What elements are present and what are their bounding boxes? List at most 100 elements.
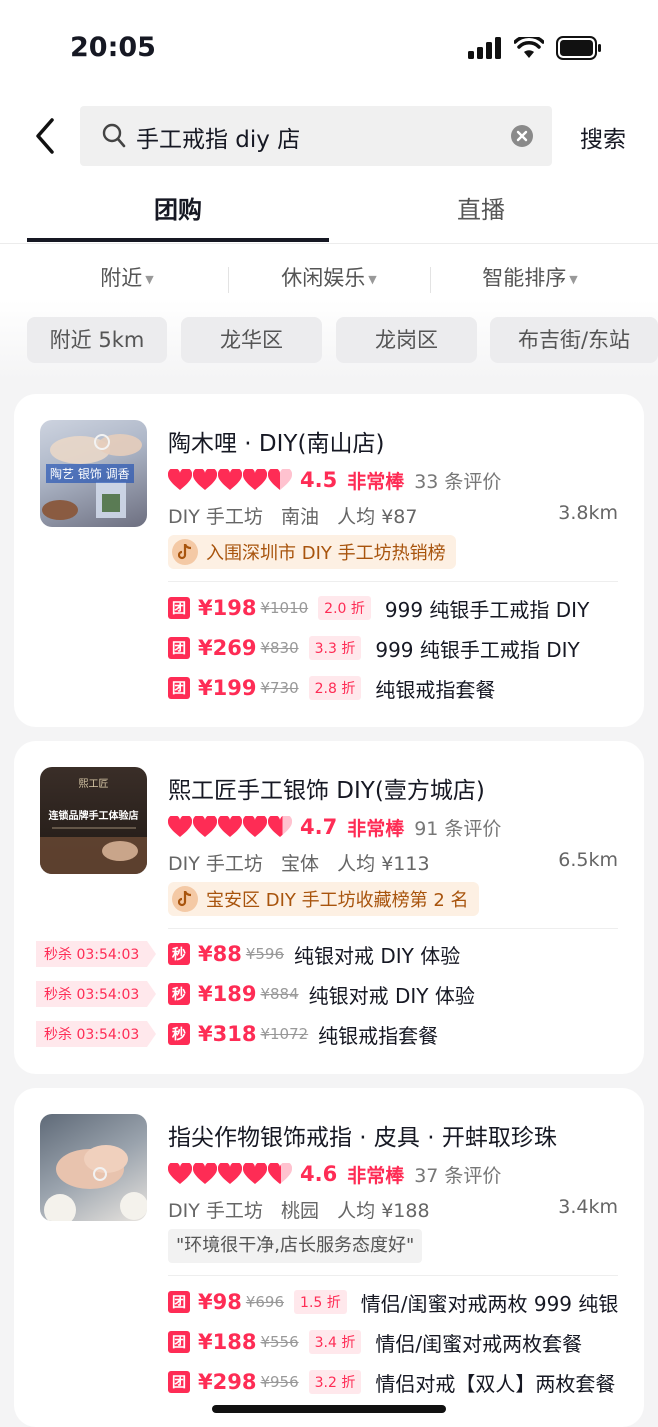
caret-down-icon: ▼: [569, 272, 578, 286]
deal-price: ¥199: [198, 676, 257, 700]
tag-arrow: [147, 941, 157, 967]
shop-name[interactable]: 陶木哩 · DIY(南山店): [168, 424, 384, 458]
shop-photo: [44, 1145, 147, 1221]
shop-card[interactable]: 熙工匠 连锁品牌手工体验店 熙工匠手工银饰 DIY(壹方城店) 4.7 非常棒 …: [14, 741, 644, 1074]
deal-discount: 2.8 折: [308, 676, 362, 700]
shop-thumbnail: [40, 1114, 147, 1221]
shop-meta: DIY 手工坊 南油 人均 ¥87 3.8km: [168, 502, 618, 529]
shop-thumbnail: 熙工匠 连锁品牌手工体验店: [40, 767, 147, 874]
rating-score: 4.5: [300, 468, 338, 492]
back-icon[interactable]: [30, 116, 62, 156]
heart-icon: [243, 816, 267, 837]
deal-item[interactable]: 团 ¥98 ¥696 1.5 折 情侣/闺蜜对戒两枚 999 纯银: [168, 1287, 618, 1317]
signal-icon: [468, 37, 501, 59]
ranking-badge[interactable]: 入围深圳市 DIY 手工坊热销榜: [168, 535, 456, 569]
deal-title: 情侣/闺蜜对戒两枚套餐: [375, 1331, 583, 1356]
caret-down-icon: ▼: [368, 272, 377, 286]
rating-row: 4.7 非常棒 91 条评价: [168, 813, 501, 841]
deal-original-price: ¥696: [245, 1293, 285, 1311]
shop-photo: [40, 827, 147, 874]
deal-item[interactable]: 秒 ¥189 ¥884 纯银对戒 DIY 体验: [168, 979, 475, 1009]
deal-item[interactable]: 秒 ¥318 ¥1072 纯银戒指套餐: [168, 1019, 438, 1049]
deal-item[interactable]: 团 ¥269 ¥830 3.3 折 999 纯银手工戒指 DIY: [168, 633, 580, 663]
search-input[interactable]: 手工戒指 diy 店: [80, 106, 552, 166]
heart-icon: [218, 469, 242, 490]
group-buy-icon: 团: [168, 597, 190, 619]
chip-buji[interactable]: 布吉街/东站: [490, 317, 658, 363]
deal-item[interactable]: 团 ¥199 ¥730 2.8 折 纯银戒指套餐: [168, 673, 495, 703]
deal-discount: 1.5 折: [294, 1290, 347, 1314]
badge-text: 宝安区 DIY 手工坊收藏榜第 2 名: [206, 890, 469, 911]
filter-category[interactable]: 休闲娱乐 ▼: [229, 262, 429, 292]
tab-live[interactable]: 直播: [330, 190, 632, 225]
deal-item[interactable]: 团 ¥198 ¥1010 2.0 折 999 纯银手工戒指 DIY: [168, 593, 589, 623]
battery-icon: [556, 36, 601, 60]
tab-underline: [27, 238, 329, 242]
review-count: 33 条评价: [414, 470, 502, 493]
review-count: 91 条评价: [414, 817, 502, 840]
search-row: 手工戒指 diy 店 搜索: [0, 106, 658, 166]
search-query: 手工戒指 diy 店: [136, 127, 301, 153]
filter-label: 休闲娱乐: [281, 266, 366, 290]
shop-name[interactable]: 熙工匠手工银饰 DIY(壹方城店): [168, 771, 485, 805]
filter-nearby[interactable]: 附近 ▼: [27, 262, 227, 292]
deal-price: ¥98: [198, 1290, 242, 1314]
flash-sale-countdown: 秒杀 03:54:03: [36, 1021, 148, 1047]
deal-item[interactable]: 团 ¥188 ¥556 3.4 折 情侣/闺蜜对戒两枚套餐: [168, 1327, 582, 1357]
deal-discount: 3.2 折: [308, 1370, 362, 1394]
rating-hearts: [168, 1163, 292, 1185]
deal-original-price: ¥1010: [260, 599, 309, 617]
filter-bar: 附近 ▼ 休闲娱乐 ▼ 智能排序 ▼: [0, 262, 658, 298]
search-button[interactable]: 搜索: [580, 120, 626, 154]
deal-original-price: ¥1072: [260, 1025, 309, 1043]
deal-item[interactable]: 秒 ¥88 ¥596 纯银对戒 DIY 体验: [168, 939, 460, 969]
flash-sale-tag: 秒杀 03:54:03: [36, 1021, 157, 1047]
flash-sale-icon: 秒: [168, 1023, 190, 1045]
caret-down-icon: ▼: [145, 272, 154, 286]
home-indicator[interactable]: [212, 1405, 446, 1413]
flash-sale-countdown: 秒杀 03:54:03: [36, 941, 148, 967]
clear-icon[interactable]: [510, 124, 534, 148]
deal-item[interactable]: 团 ¥298 ¥956 3.2 折 情侣对戒【双人】两枚套餐: [168, 1367, 615, 1397]
divider: [168, 581, 618, 582]
douyin-icon: [172, 886, 198, 912]
deal-original-price: ¥956: [260, 1373, 299, 1391]
shop-area: 宝体: [281, 853, 320, 875]
divider: [168, 928, 618, 929]
rating-hearts: [168, 469, 292, 491]
deal-title: 纯银对戒 DIY 体验: [294, 943, 461, 968]
chip-longhua[interactable]: 龙华区: [181, 317, 322, 363]
shop-category: DIY 手工坊: [168, 853, 263, 875]
chip-nearby-5km[interactable]: 附近 5km: [27, 317, 167, 363]
deal-price: ¥189: [198, 982, 257, 1006]
rating-grade: 非常棒: [347, 470, 405, 493]
shop-card[interactable]: 陶艺 银饰 调香 陶木哩 · DIY(南山店) 4.5 非常棒 33 条评价 D…: [14, 394, 644, 727]
flash-sale-icon: 秒: [168, 983, 190, 1005]
deal-title: 999 纯银手工戒指 DIY: [375, 637, 580, 662]
shop-name[interactable]: 指尖作物银饰戒指 · 皮具 · 开蚌取珍珠: [168, 1118, 557, 1152]
shop-average-price: 人均 ¥113: [337, 853, 430, 875]
shop-card[interactable]: 指尖作物银饰戒指 · 皮具 · 开蚌取珍珠 4.6 非常棒 37 条评价 DIY…: [14, 1088, 644, 1427]
half-heart-icon: [268, 469, 292, 490]
tab-group-buy[interactable]: 团购: [27, 190, 329, 225]
shop-area: 南油: [281, 506, 320, 528]
half-heart-icon: [268, 816, 292, 837]
chip-longgang[interactable]: 龙岗区: [336, 317, 477, 363]
filter-label: 智能排序: [482, 266, 567, 290]
shop-thumbnail: 陶艺 银饰 调香: [40, 420, 147, 527]
deal-price: ¥298: [198, 1370, 257, 1394]
deal-original-price: ¥830: [260, 639, 299, 657]
shop-average-price: 人均 ¥188: [337, 1200, 430, 1222]
wifi-icon: [514, 37, 544, 58]
deal-title: 纯银戒指套餐: [318, 1023, 439, 1048]
filter-sort[interactable]: 智能排序 ▼: [430, 262, 630, 292]
group-buy-icon: 团: [168, 1331, 190, 1353]
rating-grade: 非常棒: [347, 817, 405, 840]
heart-icon: [168, 1163, 192, 1184]
shop-category: DIY 手工坊: [168, 1200, 263, 1222]
badge-text: 入围深圳市 DIY 手工坊热销榜: [206, 543, 446, 564]
shop-meta: DIY 手工坊 桃园 人均 ¥188 3.4km: [168, 1196, 618, 1223]
deal-discount: 3.4 折: [308, 1330, 362, 1354]
rating-score: 4.6: [300, 1162, 338, 1186]
ranking-badge[interactable]: 宝安区 DIY 手工坊收藏榜第 2 名: [168, 882, 479, 916]
